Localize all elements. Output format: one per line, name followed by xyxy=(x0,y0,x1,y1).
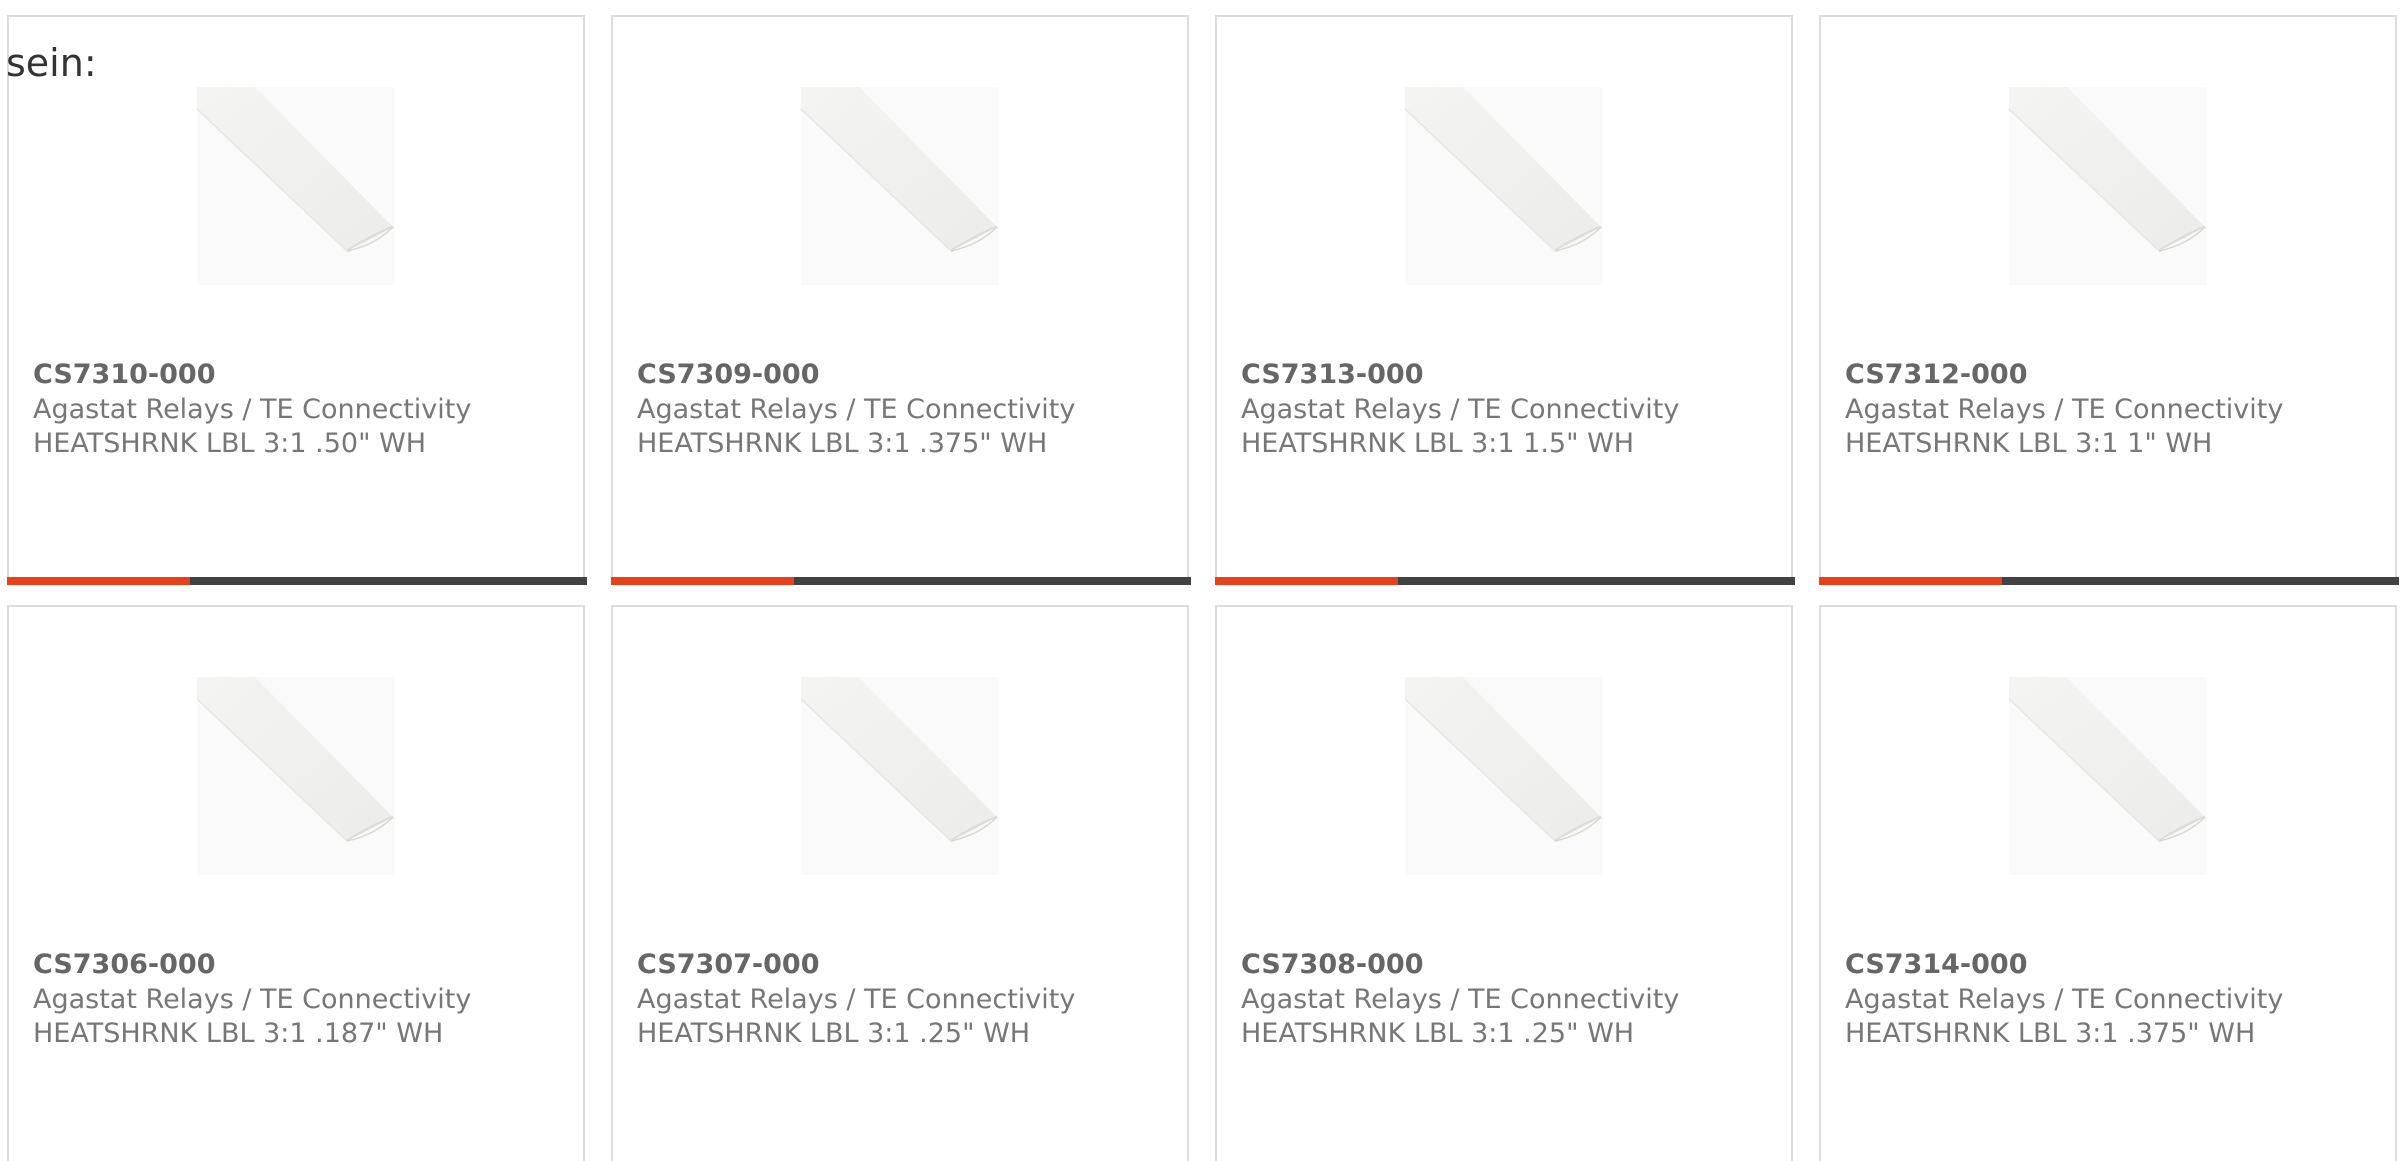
description-label: HEATSHRNK LBL 3:1 .25" WH xyxy=(637,1018,1031,1049)
heat-shrink-tube-image[interactable] xyxy=(2009,87,2207,285)
description-label: HEATSHRNK LBL 3:1 1" WH xyxy=(1845,428,2213,459)
part-number-link[interactable]: CS7310-000 xyxy=(33,359,215,391)
part-number-link[interactable]: CS7313-000 xyxy=(1241,359,1423,391)
manufacturer-label: Agastat Relays / TE Connectivity xyxy=(33,984,472,1015)
manufacturer-label: Agastat Relays / TE Connectivity xyxy=(1845,394,2284,425)
description-label: HEATSHRNK LBL 3:1 .375" WH xyxy=(1845,1018,2256,1049)
part-number-link[interactable]: CS7307-000 xyxy=(637,949,819,981)
heat-shrink-tube-image[interactable] xyxy=(197,677,395,875)
description-label: HEATSHRNK LBL 3:1 .187" WH xyxy=(33,1018,444,1049)
description-label: HEATSHRNK LBL 3:1 .375" WH xyxy=(637,428,1048,459)
description-label: HEATSHRNK LBL 3:1 .50" WH xyxy=(33,428,427,459)
product-card[interactable]: CS7312-000 Agastat Relays / TE Connectiv… xyxy=(1819,15,2399,585)
heat-shrink-tube-image[interactable] xyxy=(1405,87,1603,285)
card-accent-bar xyxy=(611,577,794,585)
heat-shrink-tube-image[interactable] xyxy=(2009,677,2207,875)
product-card[interactable]: CS7308-000 Agastat Relays / TE Connectiv… xyxy=(1215,605,1793,1161)
product-card[interactable]: CS7310-000 Agastat Relays / TE Connectiv… xyxy=(7,15,587,585)
product-card[interactable]: CS7306-000 Agastat Relays / TE Connectiv… xyxy=(7,605,585,1161)
card-footer-bar xyxy=(1215,577,1795,585)
card-accent-bar xyxy=(1819,577,2002,585)
part-number-link[interactable]: CS7314-000 xyxy=(1845,949,2027,981)
manufacturer-label: Agastat Relays / TE Connectivity xyxy=(33,394,472,425)
lead-text: sein: xyxy=(6,41,97,85)
manufacturer-label: Agastat Relays / TE Connectivity xyxy=(637,394,1076,425)
heat-shrink-tube-image[interactable] xyxy=(801,677,999,875)
card-footer-bar xyxy=(7,577,587,585)
manufacturer-label: Agastat Relays / TE Connectivity xyxy=(1241,394,1680,425)
description-label: HEATSHRNK LBL 3:1 1.5" WH xyxy=(1241,428,1635,459)
product-card[interactable]: CS7307-000 Agastat Relays / TE Connectiv… xyxy=(611,605,1189,1161)
part-number-link[interactable]: CS7308-000 xyxy=(1241,949,1423,981)
manufacturer-label: Agastat Relays / TE Connectivity xyxy=(1845,984,2284,1015)
manufacturer-label: Agastat Relays / TE Connectivity xyxy=(637,984,1076,1015)
product-card[interactable]: CS7314-000 Agastat Relays / TE Connectiv… xyxy=(1819,605,2397,1161)
card-footer-bar xyxy=(611,577,1191,585)
card-accent-bar xyxy=(7,577,190,585)
product-card[interactable]: CS7313-000 Agastat Relays / TE Connectiv… xyxy=(1215,15,1795,585)
part-number-link[interactable]: CS7309-000 xyxy=(637,359,819,391)
description-label: HEATSHRNK LBL 3:1 .25" WH xyxy=(1241,1018,1635,1049)
heat-shrink-tube-image[interactable] xyxy=(801,87,999,285)
heat-shrink-tube-image[interactable] xyxy=(1405,677,1603,875)
heat-shrink-tube-image[interactable] xyxy=(197,87,395,285)
card-footer-bar xyxy=(1819,577,2399,585)
product-grid-page: sein: CS7310-000 Agastat Relays / TE Con… xyxy=(0,0,2400,1161)
part-number-link[interactable]: CS7306-000 xyxy=(33,949,215,981)
part-number-link[interactable]: CS7312-000 xyxy=(1845,359,2027,391)
manufacturer-label: Agastat Relays / TE Connectivity xyxy=(1241,984,1680,1015)
product-card[interactable]: CS7309-000 Agastat Relays / TE Connectiv… xyxy=(611,15,1191,585)
card-accent-bar xyxy=(1215,577,1398,585)
